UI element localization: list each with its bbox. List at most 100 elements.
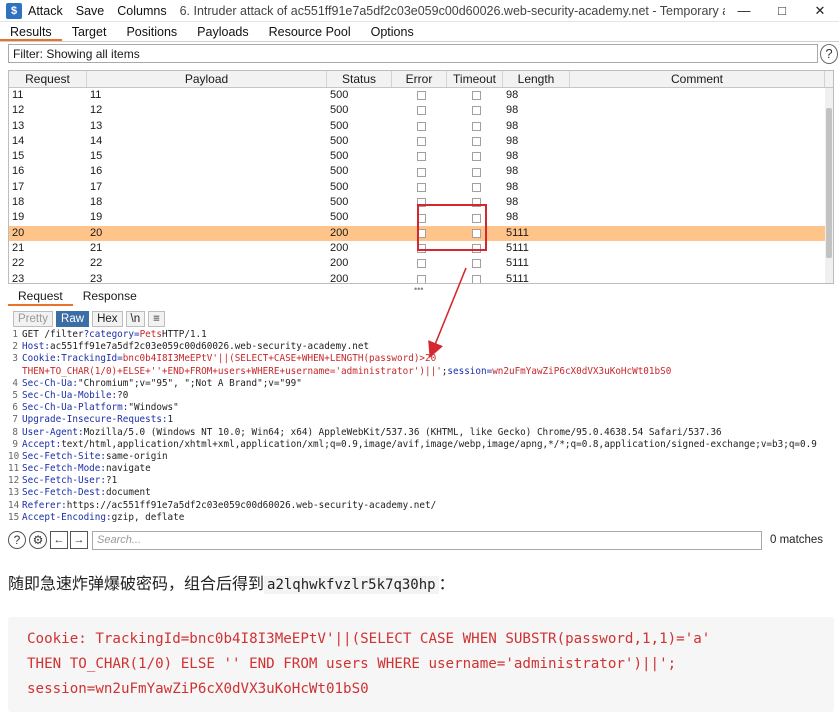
request-editor[interactable]: 1 GET /filter ?category= Pets HTTP/1.1 2 Host… <box>8 329 836 529</box>
line-number: 2 <box>12 341 18 353</box>
col-timeout[interactable]: Timeout <box>447 71 503 87</box>
cell-comment <box>570 256 825 271</box>
menu-save[interactable]: Save <box>76 4 105 18</box>
minimize-icon[interactable]: — <box>725 3 763 18</box>
arrow-left-icon[interactable]: ← <box>50 531 68 549</box>
table-row[interactable]: 11 11 500 98 <box>9 88 833 103</box>
menu-attack[interactable]: Attack <box>28 4 63 18</box>
tab-request[interactable]: Request <box>8 288 73 306</box>
cell-comment <box>570 226 825 241</box>
line-number: 13 <box>8 487 20 499</box>
table-row[interactable]: 15 15 500 98 <box>9 149 833 164</box>
line-number: 6 <box>12 402 18 414</box>
cell-request: 20 <box>12 226 25 239</box>
tab-response[interactable]: Response <box>73 288 147 306</box>
tab-options[interactable]: Options <box>361 22 424 41</box>
table-row[interactable]: 12 12 500 98 <box>9 103 833 118</box>
line-number: 3 <box>12 353 18 365</box>
cell-timeout <box>447 119 503 134</box>
filter-bar[interactable]: Filter: Showing all items <box>8 44 818 63</box>
table-row[interactable]: 22 22 200 5111 <box>9 256 833 271</box>
cell-payload: 11 <box>90 89 102 101</box>
pretty-button[interactable]: Pretty <box>13 311 54 327</box>
timeout-checkbox <box>472 91 481 101</box>
cell-status: 500 <box>330 104 349 117</box>
error-checkbox <box>416 274 426 283</box>
col-payload[interactable]: Payload <box>87 71 327 87</box>
maximize-icon[interactable]: □ <box>763 3 801 18</box>
line-number: 10 <box>8 450 20 462</box>
request-token: session= <box>447 365 493 377</box>
cell-error <box>392 149 447 164</box>
request-token: gzip, deflate <box>111 511 185 523</box>
col-error[interactable]: Error <box>392 71 447 87</box>
request-token: text/html,application/xhtml+xml,applicat… <box>61 438 817 450</box>
settings-gear-icon[interactable]: ⚙ <box>29 531 47 549</box>
search-input[interactable]: Search... <box>92 530 762 550</box>
timeout-checkbox <box>472 167 481 177</box>
cell-request: 22 <box>12 257 25 270</box>
arrow-right-icon[interactable]: → <box>70 531 88 549</box>
request-token: Host: <box>22 341 50 353</box>
cell-length: 98 <box>506 180 519 193</box>
cell-comment <box>570 210 825 225</box>
hex-button[interactable]: Hex <box>92 311 123 327</box>
help-icon[interactable]: ? <box>8 531 26 549</box>
request-token: Cookie: <box>22 353 62 365</box>
line-number: 8 <box>12 426 18 438</box>
table-row[interactable]: 13 13 500 98 <box>9 119 833 134</box>
cell-comment <box>570 103 825 118</box>
tab-resource-pool[interactable]: Resource Pool <box>259 22 361 41</box>
tab-results[interactable]: Results <box>0 22 62 41</box>
cell-request: 16 <box>12 165 25 178</box>
cell-payload: 19 <box>90 211 103 224</box>
line-number: 1 <box>12 329 18 340</box>
col-length[interactable]: Length <box>503 71 570 87</box>
tab-positions[interactable]: Positions <box>116 22 187 41</box>
request-line: 5 Sec-Ch-Ua-Mobile: ?0 <box>8 390 836 402</box>
cell-payload: 20 <box>90 226 103 239</box>
tab-payloads[interactable]: Payloads <box>187 22 258 41</box>
table-row[interactable]: 17 17 500 98 <box>9 180 833 195</box>
request-line: 2 Host: ac551ff91e7a5df2c03e059c00d60026.… <box>8 341 836 353</box>
request-line: 14 Referer: https://ac551ff91e7a5df2c03e0… <box>8 500 836 512</box>
col-status[interactable]: Status <box>327 71 392 87</box>
cell-payload: 21 <box>90 241 103 254</box>
col-comment[interactable]: Comment <box>570 71 825 87</box>
error-checkbox <box>416 259 426 269</box>
code-line: session=wn2uFmYawZiP6cX0dVX3uKoHcWt01bS0 <box>27 681 369 697</box>
table-row[interactable]: 16 16 500 98 <box>9 164 833 179</box>
newline-toggle-button[interactable]: \n <box>125 311 146 327</box>
request-line: 11 Sec-Fetch-Mode: navigate <box>8 463 836 475</box>
col-request[interactable]: Request <box>9 71 87 87</box>
scrollbar-thumb[interactable] <box>826 108 832 258</box>
request-line: 1 GET /filter ?category= Pets HTTP/1.1 <box>8 329 836 341</box>
request-token: TrackingId= <box>61 353 123 365</box>
tab-target[interactable]: Target <box>62 22 117 41</box>
pane-splitter[interactable]: ••• <box>414 284 423 294</box>
request-token: Sec-Ch-Ua: <box>22 377 78 389</box>
menu-icon[interactable]: ≡ <box>148 311 165 327</box>
cell-length: 5111 <box>506 257 529 270</box>
request-token: ?0 <box>117 389 129 401</box>
table-scrollbar[interactable] <box>825 88 833 283</box>
help-icon[interactable]: ? <box>820 44 838 64</box>
cell-timeout <box>447 134 503 149</box>
table-row[interactable]: 23 23 200 5111 <box>9 272 833 283</box>
request-line: THEN+TO_CHAR(1/0)+ELSE+''+END+FROM+users… <box>8 366 836 378</box>
raw-button[interactable]: Raw <box>56 311 90 327</box>
cell-comment <box>570 119 825 134</box>
cell-timeout <box>447 149 503 164</box>
timeout-checkbox <box>472 259 481 269</box>
cell-comment <box>570 164 825 179</box>
line-number: 12 <box>8 475 20 487</box>
menu-columns[interactable]: Columns <box>117 4 166 18</box>
table-row[interactable]: 14 14 500 98 <box>9 134 833 149</box>
close-icon[interactable]: ✕ <box>801 3 839 19</box>
cell-length: 5111 <box>506 241 529 254</box>
cell-timeout <box>447 256 503 271</box>
cell-timeout <box>447 88 503 103</box>
cell-request: 18 <box>12 196 25 209</box>
request-token: "Windows" <box>128 402 179 414</box>
request-token: Sec-Ch-Ua-Platform: <box>22 402 129 414</box>
